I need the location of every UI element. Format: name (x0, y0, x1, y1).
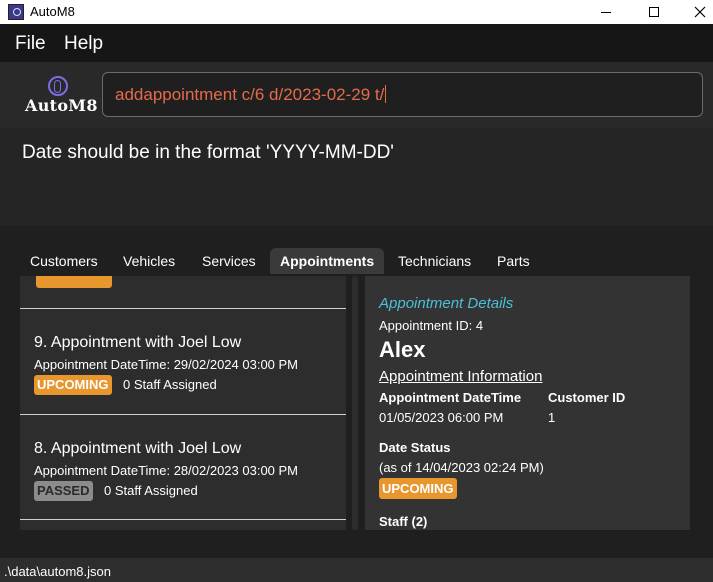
wheel-icon (48, 76, 68, 96)
command-input[interactable]: addappointment c/6 d/2023-02-29 t/ (102, 72, 703, 117)
text-caret (385, 85, 387, 103)
tab-appointments[interactable]: Appointments (270, 248, 385, 274)
appointment-id: Appointment ID: 4 (379, 318, 484, 333)
customer-id-value: 1 (548, 410, 556, 425)
data-file-path: .\data\autom8.json (4, 564, 111, 579)
list-item[interactable]: 8. Appointment with Joel Low Appointment… (20, 414, 346, 520)
logo: AutoM8 (24, 74, 97, 124)
section-heading: Appointment Information (379, 368, 543, 385)
staff-count: 0 Staff Assigned (123, 377, 217, 392)
maximize-icon (649, 7, 659, 18)
tab-vehicles[interactable]: Vehicles (113, 248, 185, 274)
list-item[interactable]: 9. Appointment with Joel Low Appointment… (20, 308, 346, 414)
command-text: addappointment c/6 d/2023-02-29 t/ (115, 85, 385, 104)
content-area: 9. Appointment with Joel Low Appointment… (0, 276, 713, 558)
scrollbar[interactable] (352, 276, 358, 530)
appointment-datetime: Appointment DateTime: 29/02/2024 03:00 P… (34, 357, 299, 372)
appointment-title: 9. Appointment with Joel Low (34, 334, 242, 351)
status-bar: .\data\autom8.json (0, 558, 713, 582)
minimize-icon (601, 11, 611, 13)
close-icon (694, 6, 706, 18)
tab-technicians[interactable]: Technicians (388, 248, 481, 274)
result-message: Date should be in the format 'YYYY-MM-DD… (22, 142, 394, 163)
menu-help[interactable]: Help (64, 33, 103, 55)
datetime-label: Appointment DateTime (379, 390, 522, 405)
tab-parts[interactable]: Parts (487, 248, 540, 274)
tab-customers[interactable]: Customers (20, 248, 108, 274)
logo-text: AutoM8 (25, 96, 98, 115)
close-button[interactable] (677, 0, 713, 24)
details-heading: Appointment Details (379, 295, 514, 312)
appointment-details[interactable]: Appointment Details Appointment ID: 4 Al… (365, 276, 690, 530)
tab-bar: Customers Vehicles Services Appointments… (0, 226, 713, 276)
as-of-text: (as of 14/04/2023 02:24 PM) (379, 460, 544, 475)
appointment-title: 8. Appointment with Joel Low (34, 440, 242, 457)
staff-label: Staff (2) (379, 514, 428, 529)
datetime-value: 01/05/2023 06:00 PM (379, 410, 504, 425)
window-title: AutoM8 (30, 4, 75, 19)
title-bar: AutoM8 (0, 0, 713, 24)
status-badge: PASSED (34, 481, 93, 501)
header: AutoM8 addappointment c/6 d/2023-02-29 t… (0, 62, 713, 128)
status-badge-partial (36, 276, 112, 288)
maximize-button[interactable] (631, 0, 677, 24)
staff-count: 0 Staff Assigned (104, 483, 198, 498)
date-status-label: Date Status (379, 440, 451, 455)
menu-bar: File Help (0, 24, 713, 62)
minimize-button[interactable] (583, 0, 629, 24)
status-badge: UPCOMING (379, 478, 457, 499)
app-icon (8, 4, 24, 20)
tab-services[interactable]: Services (192, 248, 266, 274)
menu-file[interactable]: File (15, 33, 46, 55)
customer-id-label: Customer ID (548, 390, 626, 405)
result-display: Date should be in the format 'YYYY-MM-DD… (0, 128, 713, 226)
appointment-datetime: Appointment DateTime: 28/02/2023 03:00 P… (34, 463, 299, 478)
appointment-list[interactable]: 9. Appointment with Joel Low Appointment… (20, 276, 346, 530)
customer-name: Alex (379, 337, 426, 362)
status-badge: UPCOMING (34, 375, 112, 395)
